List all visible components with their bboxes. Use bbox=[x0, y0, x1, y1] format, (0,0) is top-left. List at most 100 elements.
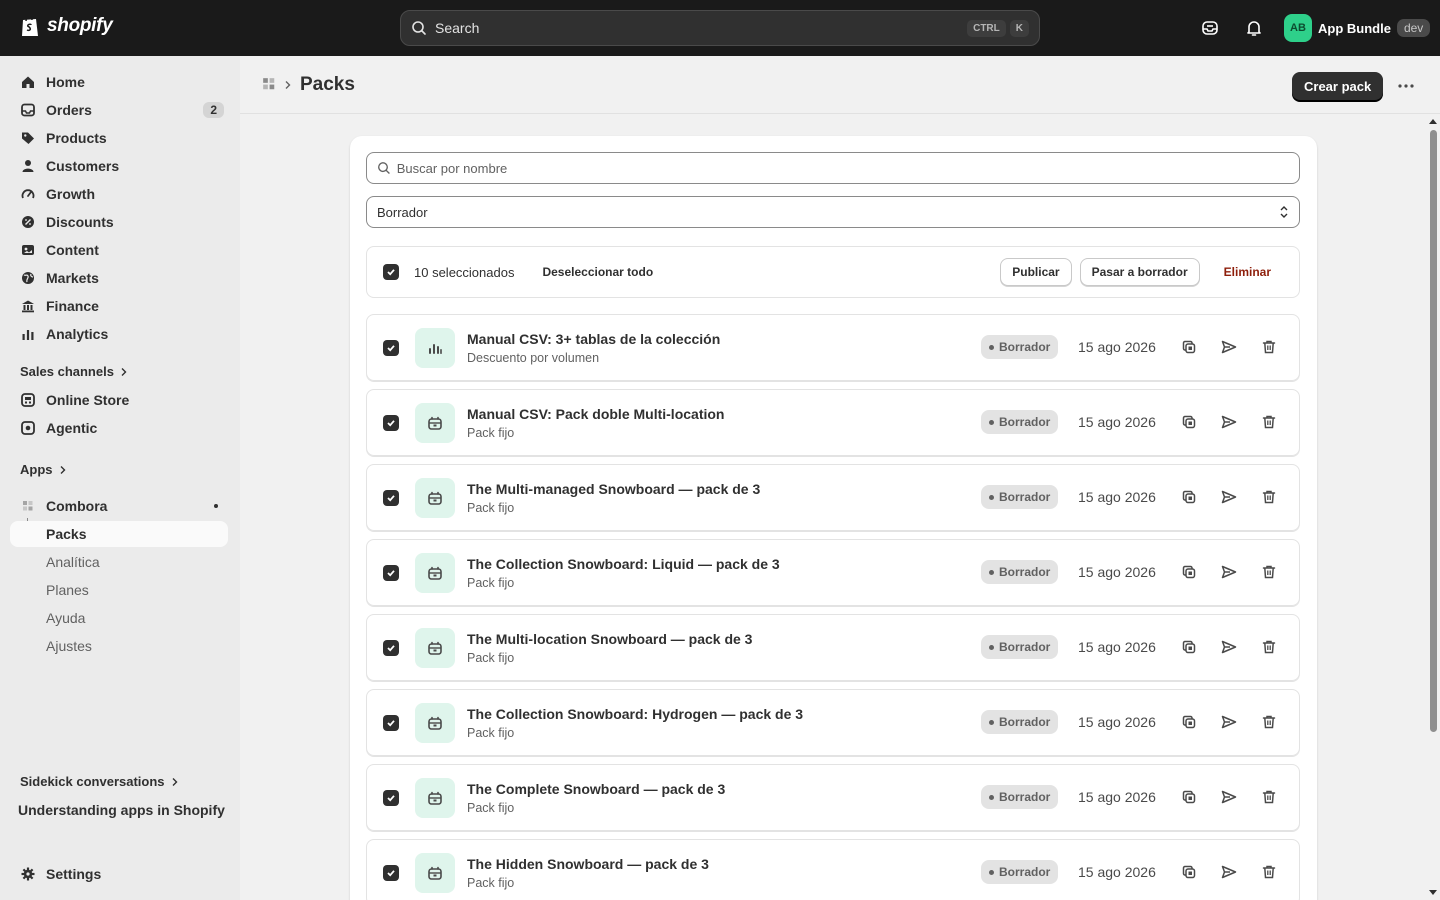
duplicate-icon[interactable] bbox=[1179, 487, 1199, 507]
pack-row[interactable]: The Multi-managed Snowboard — pack de 3 P… bbox=[366, 464, 1300, 531]
sidebar-item-finance[interactable]: Finance bbox=[10, 292, 228, 320]
pack-row[interactable]: Manual CSV: Pack doble Multi-location Pac… bbox=[366, 389, 1300, 456]
trash-icon[interactable] bbox=[1259, 862, 1279, 882]
sales-channels-heading[interactable]: Sales channels bbox=[20, 364, 128, 379]
sidebar-item-content[interactable]: Content bbox=[10, 236, 228, 264]
send-icon[interactable] bbox=[1219, 637, 1239, 657]
status-label: Borrador bbox=[999, 340, 1051, 354]
apps-heading[interactable]: Apps bbox=[20, 462, 67, 477]
scroll-down-icon[interactable] bbox=[1429, 890, 1437, 896]
sidebar-item-combora-app[interactable]: Combora bbox=[10, 492, 228, 520]
trash-icon[interactable] bbox=[1259, 712, 1279, 732]
trash-icon[interactable] bbox=[1259, 487, 1279, 507]
sidebar-item-orders[interactable]: Orders 2 bbox=[10, 96, 228, 124]
pack-row[interactable]: The Complete Snowboard — pack de 3 Pack f… bbox=[366, 764, 1300, 831]
trash-icon[interactable] bbox=[1259, 562, 1279, 582]
duplicate-icon[interactable] bbox=[1179, 787, 1199, 807]
delete-button[interactable]: Eliminar bbox=[1224, 265, 1271, 279]
duplicate-icon[interactable] bbox=[1179, 412, 1199, 432]
shopify-logo[interactable]: shopify bbox=[19, 14, 113, 38]
pack-type: Pack fijo bbox=[467, 575, 515, 590]
scrollbar[interactable] bbox=[1426, 116, 1440, 900]
row-text: The Complete Snowboard — pack de 3 Pack f… bbox=[467, 781, 725, 815]
duplicate-icon[interactable] bbox=[1179, 637, 1199, 657]
publish-button[interactable]: Publicar bbox=[1000, 258, 1072, 286]
sidebar-item-markets[interactable]: Markets bbox=[10, 264, 228, 292]
pack-title[interactable]: Manual CSV: Pack doble Multi-location bbox=[467, 406, 724, 422]
send-icon[interactable] bbox=[1219, 337, 1239, 357]
sidebar-subitem-planes[interactable]: Planes bbox=[10, 577, 228, 603]
sidebar-item-agentic[interactable]: Agentic bbox=[10, 414, 228, 442]
row-checkbox[interactable] bbox=[383, 789, 399, 806]
duplicate-icon[interactable] bbox=[1179, 862, 1199, 882]
pack-row[interactable]: The Multi-location Snowboard — pack de 3… bbox=[366, 614, 1300, 681]
row-checkbox[interactable] bbox=[383, 864, 399, 881]
sidebar-subitem-analitica[interactable]: Analítica bbox=[10, 549, 228, 575]
sidebar-item-online-store[interactable]: Online Store bbox=[10, 386, 228, 414]
pack-row[interactable]: The Collection Snowboard: Liquid — pack … bbox=[366, 539, 1300, 606]
duplicate-icon[interactable] bbox=[1179, 337, 1199, 357]
checkmark-icon bbox=[387, 269, 395, 276]
trash-icon[interactable] bbox=[1259, 787, 1279, 807]
sidebar-subitem-ayuda[interactable]: Ayuda bbox=[10, 605, 228, 631]
status-select[interactable]: Borrador bbox=[366, 196, 1300, 228]
checkmark-icon bbox=[387, 794, 395, 802]
send-icon[interactable] bbox=[1219, 787, 1239, 807]
send-icon[interactable] bbox=[1219, 487, 1239, 507]
row-checkbox[interactable] bbox=[383, 564, 399, 581]
create-pack-button[interactable]: Crear pack bbox=[1292, 72, 1384, 101]
row-checkbox[interactable] bbox=[383, 639, 399, 656]
send-icon[interactable] bbox=[1219, 412, 1239, 432]
sidebar-item-label: Home bbox=[46, 74, 85, 90]
sidebar-item-customers[interactable]: Customers bbox=[10, 152, 228, 180]
pack-title[interactable]: The Collection Snowboard: Liquid — pack … bbox=[467, 556, 780, 572]
select-all-checkbox[interactable] bbox=[383, 264, 399, 280]
sidebar-item-settings[interactable]: Settings bbox=[10, 860, 228, 888]
pack-title[interactable]: The Complete Snowboard — pack de 3 bbox=[467, 781, 725, 797]
pack-row[interactable]: The Hidden Snowboard — pack de 3 Pack fij… bbox=[366, 839, 1300, 900]
pack-title[interactable]: Manual CSV: 3+ tablas de la colección bbox=[467, 331, 720, 347]
sidebar-subitem-ajustes[interactable]: Ajustes bbox=[10, 633, 228, 659]
sidebar-item-discounts[interactable]: Discounts bbox=[10, 208, 228, 236]
bell-icon[interactable] bbox=[1242, 16, 1266, 40]
trash-icon[interactable] bbox=[1259, 412, 1279, 432]
send-icon[interactable] bbox=[1219, 712, 1239, 732]
sidebar-item-home[interactable]: Home bbox=[10, 68, 228, 96]
pack-title[interactable]: The Hidden Snowboard — pack de 3 bbox=[467, 856, 709, 872]
sidebar-item-growth[interactable]: Growth bbox=[10, 180, 228, 208]
sidebar-item-analytics[interactable]: Analytics bbox=[10, 320, 228, 348]
deselect-all-button[interactable]: Deseleccionar todo bbox=[542, 265, 653, 279]
pack-row[interactable]: The Collection Snowboard: Hydrogen — pac… bbox=[366, 689, 1300, 756]
pack-type: Pack fijo bbox=[467, 875, 515, 890]
set-draft-button[interactable]: Pasar a borrador bbox=[1079, 258, 1200, 286]
duplicate-icon[interactable] bbox=[1179, 562, 1199, 582]
pack-row[interactable]: Manual CSV: 3+ tablas de la colección Des… bbox=[366, 314, 1300, 381]
status-dot-icon bbox=[989, 644, 994, 650]
sidebar-subitem-packs[interactable]: Packs bbox=[10, 521, 228, 547]
pack-title[interactable]: The Collection Snowboard: Hydrogen — pac… bbox=[467, 706, 803, 722]
sidekick-heading[interactable]: Sidekick conversations bbox=[20, 774, 179, 789]
duplicate-icon[interactable] bbox=[1179, 712, 1199, 732]
row-checkbox[interactable] bbox=[383, 714, 399, 731]
row-checkbox[interactable] bbox=[383, 339, 399, 356]
row-checkbox[interactable] bbox=[383, 489, 399, 506]
more-actions-icon[interactable] bbox=[1394, 74, 1418, 98]
sidebar-item-products[interactable]: Products bbox=[10, 124, 228, 152]
sidekick-conversation-item[interactable]: Understanding apps in Shopify bbox=[18, 802, 225, 818]
trash-icon[interactable] bbox=[1259, 637, 1279, 657]
pack-title[interactable]: The Multi-location Snowboard — pack de 3 bbox=[467, 631, 752, 647]
global-search[interactable]: Search CTRL K bbox=[400, 10, 1040, 46]
status-badge: Borrador bbox=[981, 860, 1059, 884]
trash-icon[interactable] bbox=[1259, 337, 1279, 357]
inbox-tray-icon[interactable] bbox=[1198, 16, 1222, 40]
name-search-field[interactable] bbox=[366, 152, 1300, 184]
scroll-thumb[interactable] bbox=[1430, 130, 1437, 732]
pack-title[interactable]: The Multi-managed Snowboard — pack de 3 bbox=[467, 481, 760, 497]
store-switcher[interactable]: AB App Bundle dev bbox=[1284, 14, 1431, 42]
app-breadcrumb-icon[interactable] bbox=[262, 77, 276, 94]
scroll-up-icon[interactable] bbox=[1429, 118, 1437, 124]
send-icon[interactable] bbox=[1219, 862, 1239, 882]
row-checkbox[interactable] bbox=[383, 414, 399, 431]
name-search-input[interactable] bbox=[396, 160, 1289, 176]
send-icon[interactable] bbox=[1219, 562, 1239, 582]
